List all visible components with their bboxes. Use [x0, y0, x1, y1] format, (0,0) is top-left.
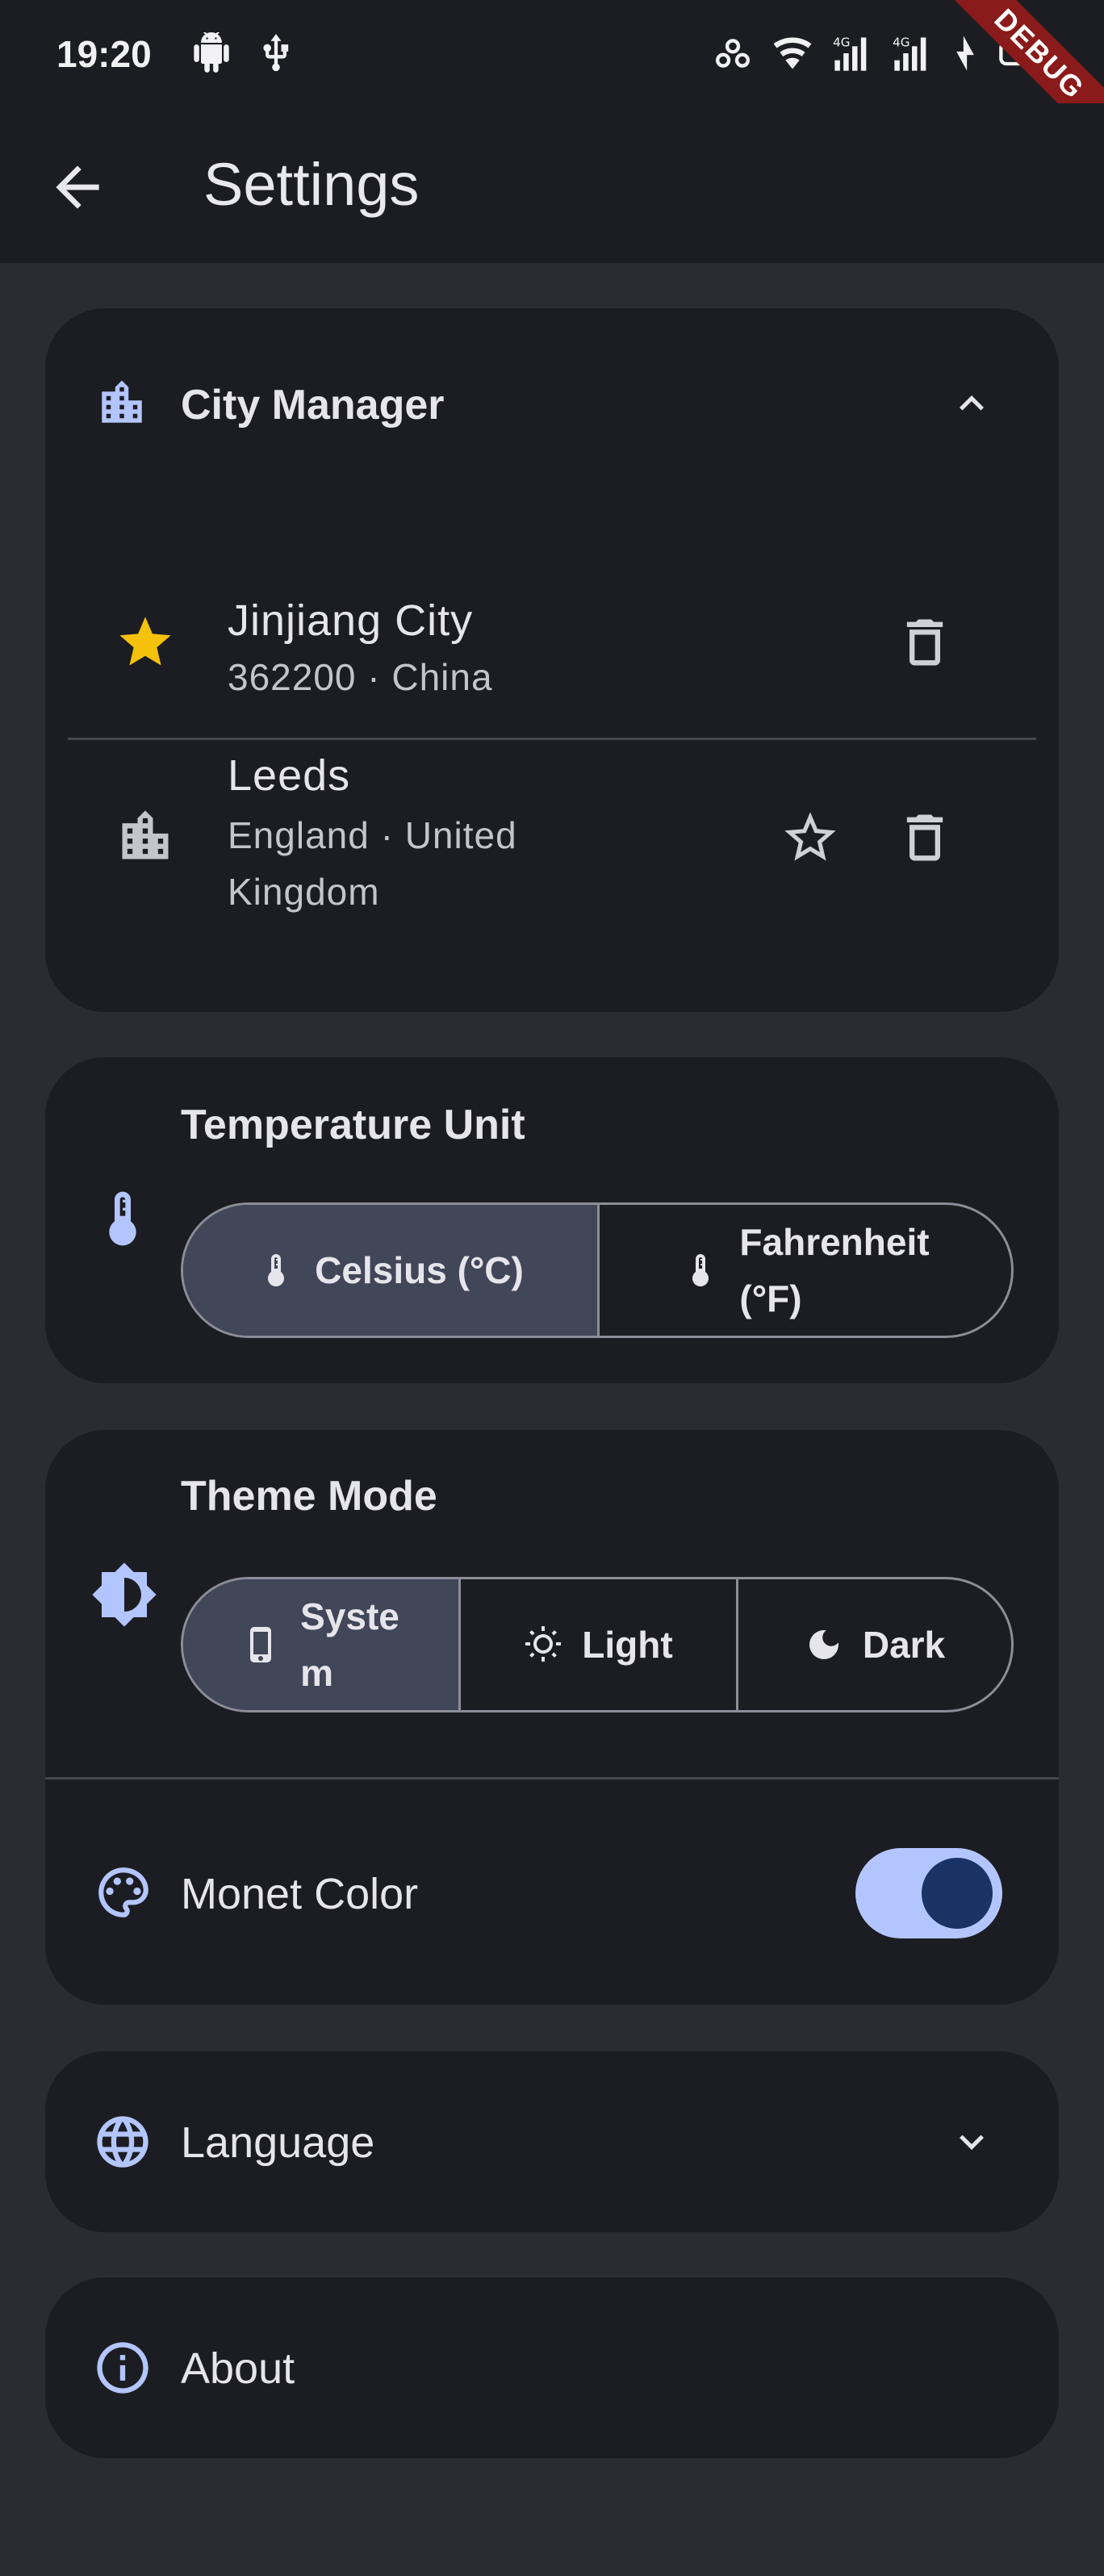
sun-icon [524, 1625, 562, 1664]
language-title: Language [181, 2118, 375, 2167]
celsius-label: Celsius (°C) [315, 1249, 524, 1291]
info-icon [92, 2337, 153, 2398]
city-name: Jinjiang City [228, 596, 474, 645]
light-theme-option[interactable]: Light [461, 1579, 738, 1710]
status-bar: 19:20 4G 4G DEBUG [0, 0, 1104, 156]
divider [68, 738, 1036, 740]
toggle-thumb [922, 1858, 993, 1929]
city-manager-card: City Manager Jinjiang City 362200 · Chin… [45, 308, 1059, 1012]
temperature-unit-card: Temperature Unit Celsius (°C) Fahrenheit… [45, 1057, 1059, 1383]
globe-icon [92, 2111, 153, 2172]
city-manager-title: City Manager [181, 382, 445, 429]
system-theme-label-line2: m [300, 1652, 334, 1694]
about-title: About [181, 2344, 295, 2393]
city-icon [95, 376, 148, 429]
palette-icon [94, 1863, 153, 1922]
fahrenheit-option[interactable]: Fahrenheit (°F) [600, 1205, 1011, 1336]
theme-mode-title: Theme Mode [181, 1473, 437, 1520]
theme-mode-card: Theme Mode Syste m Light Dark Monet Colo… [45, 1430, 1059, 2005]
dark-theme-option[interactable]: Dark [738, 1579, 1011, 1710]
svg-text:4G: 4G [833, 35, 850, 49]
light-theme-label: Light [582, 1624, 673, 1666]
svg-text:4G: 4G [893, 35, 910, 49]
city-manager-header[interactable]: City Manager [45, 357, 1059, 445]
signal-4g-icon: 4G [831, 32, 873, 74]
page-title: Settings [203, 151, 420, 218]
phone-icon [242, 1625, 281, 1664]
about-card[interactable]: About [45, 2277, 1059, 2458]
divider [45, 1777, 1059, 1779]
thermometer-icon [90, 1186, 155, 1251]
charging-icon [951, 32, 980, 74]
city-subtitle: 362200 · China [228, 656, 493, 698]
thermometer-icon [257, 1251, 295, 1290]
dark-theme-label: Dark [862, 1624, 946, 1666]
fahrenheit-label-line1: Fahrenheit [739, 1221, 930, 1263]
status-time: 19:20 [56, 33, 152, 75]
thermometer-icon [681, 1251, 720, 1290]
brightness-icon [90, 1561, 158, 1629]
city-name: Leeds [228, 751, 351, 800]
monet-color-title: Monet Color [181, 1870, 419, 1918]
android-icon [190, 30, 232, 74]
delete-icon[interactable] [894, 807, 956, 868]
usb-icon [255, 32, 297, 74]
hotspot-icon [712, 32, 754, 74]
theme-mode-selector: Syste m Light Dark [181, 1577, 1014, 1712]
app-bar: Settings [0, 103, 1104, 263]
monet-color-row[interactable]: Monet Color [45, 1780, 1059, 2005]
fahrenheit-label: Fahrenheit (°F) [739, 1214, 929, 1327]
star-filled-icon[interactable] [115, 612, 176, 673]
monet-color-toggle[interactable] [855, 1848, 1002, 1938]
chevron-up-icon[interactable] [947, 379, 996, 428]
chevron-down-icon[interactable] [947, 2118, 996, 2166]
list-item[interactable]: Jinjiang City 362200 · China [45, 567, 1059, 736]
moon-icon [805, 1625, 843, 1664]
system-theme-label: Syste m [300, 1588, 399, 1701]
city-subtitle-line2: Kingdom [228, 871, 380, 913]
list-item[interactable]: Leeds England · United Kingdom [45, 741, 1059, 975]
fahrenheit-label-line2: (°F) [739, 1278, 802, 1319]
wifi-icon [772, 32, 813, 74]
city-subtitle-line1: England · United [228, 814, 517, 856]
signal-4g-icon: 4G [891, 32, 933, 74]
system-theme-label-line1: Syste [300, 1595, 399, 1637]
temperature-unit-selector: Celsius (°C) Fahrenheit (°F) [181, 1202, 1014, 1338]
system-theme-option[interactable]: Syste m [183, 1579, 461, 1710]
celsius-option[interactable]: Celsius (°C) [183, 1205, 600, 1336]
language-card[interactable]: Language [45, 2051, 1059, 2232]
arrow-back-icon[interactable] [45, 155, 110, 220]
star-outline-icon[interactable] [780, 807, 841, 868]
delete-icon[interactable] [894, 612, 956, 673]
city-icon [115, 805, 176, 867]
temperature-unit-title: Temperature Unit [181, 1102, 525, 1148]
